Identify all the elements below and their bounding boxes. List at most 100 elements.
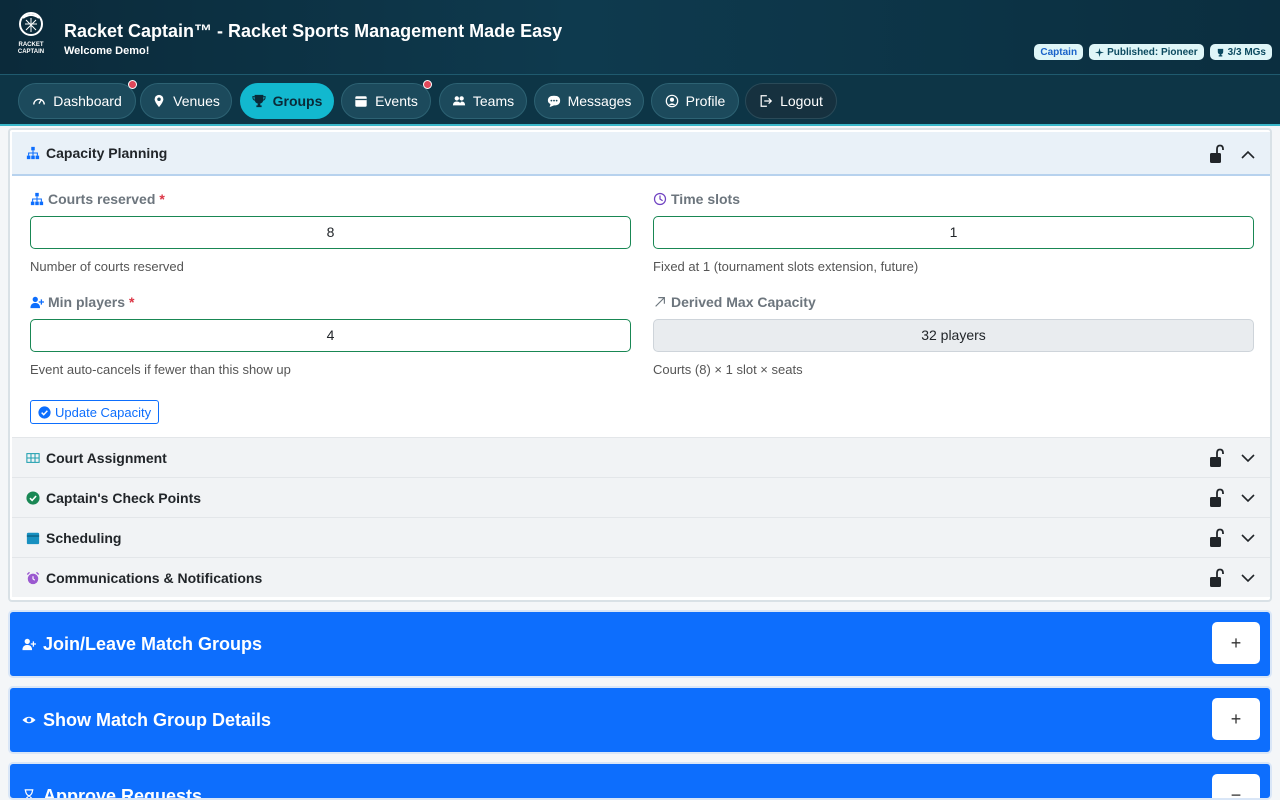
nav-venues[interactable]: Venues	[140, 83, 232, 119]
nav-profile[interactable]: Profile	[651, 83, 739, 119]
nav-label: Dashboard	[53, 93, 122, 109]
join-leave-panel[interactable]: Join/Leave Match Groups +	[8, 610, 1272, 678]
chevron-down-icon[interactable]	[1240, 450, 1256, 466]
nav-label: Teams	[472, 93, 515, 109]
nav-dashboard[interactable]: Dashboard	[18, 80, 137, 119]
unlock-icon[interactable]	[1209, 568, 1225, 588]
update-capacity-label: Update Capacity	[55, 404, 152, 420]
role-badge: Captain	[1034, 44, 1084, 60]
grid-icon	[26, 452, 40, 463]
approve-requests-panel[interactable]: Approve Requests −	[8, 762, 1272, 800]
section-captains-check-points[interactable]: Captain's Check Points	[12, 477, 1270, 517]
clock-icon	[653, 192, 667, 206]
app-header: RACKET CAPTAIN Racket Captain™ - Racket …	[0, 0, 1280, 74]
person-plus-icon	[22, 638, 36, 651]
courts-reserved-help: Number of courts reserved	[30, 259, 184, 274]
section-title: Communications & Notifications	[26, 558, 262, 597]
chevron-down-icon[interactable]	[1240, 570, 1256, 586]
unlock-icon[interactable]	[1209, 144, 1225, 164]
courts-reserved-label: Courts reserved *	[30, 191, 165, 207]
hourglass-icon	[24, 789, 34, 798]
time-slots-label: Time slots	[653, 191, 740, 207]
calendar-icon	[355, 96, 367, 107]
min-players-label: Min players *	[30, 294, 134, 310]
max-capacity-help: Courts (8) × 1 slot × seats	[653, 362, 803, 377]
app-title: Racket Captain™ - Racket Sports Manageme…	[64, 21, 563, 41]
expand-button[interactable]: +	[1212, 698, 1260, 740]
match-group-details-panel[interactable]: Show Match Group Details +	[8, 686, 1272, 754]
collapse-button[interactable]: −	[1212, 774, 1260, 798]
people-icon	[452, 96, 465, 106]
nav-logout[interactable]: Logout	[745, 83, 837, 119]
panel-label: Show Match Group Details	[43, 709, 272, 730]
mg-count-badge: 3/3 MGs	[1209, 44, 1272, 60]
eye-icon	[22, 716, 36, 724]
unlock-icon[interactable]	[1209, 528, 1225, 548]
nav-messages[interactable]: Messages	[534, 83, 644, 119]
panel-title: Show Match Group Details	[22, 688, 271, 752]
main-nav: Dashboard Venues Groups Events Teams Mes…	[0, 74, 1280, 126]
unlock-icon[interactable]	[1209, 488, 1225, 508]
gauge-icon	[33, 98, 46, 105]
arrow-up-right-icon	[655, 297, 665, 307]
min-players-help: Event auto-cancels if fewer than this sh…	[30, 362, 291, 377]
published-badge-label: Published: Pioneer	[1107, 46, 1198, 58]
unlock-icon[interactable]	[1209, 448, 1225, 468]
nav-label: Groups	[272, 93, 323, 109]
calendar-icon	[26, 532, 40, 544]
alarm-icon	[26, 571, 40, 584]
update-capacity-button[interactable]: Update Capacity	[30, 400, 160, 424]
section-label: Court Assignment	[46, 449, 167, 466]
time-slots-input[interactable]: 1	[653, 216, 1254, 249]
section-label: Communications & Notifications	[46, 569, 263, 586]
nav-groups[interactable]: Groups	[240, 83, 334, 119]
courts-reserved-input[interactable]: 8	[30, 216, 631, 249]
capacity-planning-label: Capacity Planning	[46, 145, 168, 161]
trophy-icon	[1217, 48, 1223, 57]
expand-button[interactable]: +	[1212, 622, 1260, 664]
section-title: Scheduling	[26, 518, 121, 557]
nav-label: Messages	[567, 93, 632, 109]
nav-teams[interactable]: Teams	[439, 83, 527, 119]
section-label: Scheduling	[46, 529, 122, 546]
role-badge-label: Captain	[1040, 46, 1078, 58]
check-circle-icon	[26, 490, 40, 505]
chevron-down-icon[interactable]	[1240, 490, 1256, 506]
notification-dot	[128, 80, 137, 89]
sitemap-icon	[30, 192, 44, 206]
courts-reserved-text: Courts reserved	[48, 191, 156, 207]
nav-label: Logout	[780, 93, 823, 109]
section-title: Court Assignment	[26, 438, 167, 477]
max-capacity-field: 32 players	[653, 319, 1254, 352]
nav-events[interactable]: Events	[341, 80, 432, 119]
sitemap-icon	[26, 146, 40, 160]
chat-icon	[547, 95, 560, 108]
chevron-up-icon[interactable]	[1240, 147, 1256, 163]
panel-label: Join/Leave Match Groups	[43, 633, 263, 654]
max-capacity-text: Derived Max Capacity	[671, 294, 816, 310]
capacity-planning-header[interactable]: Capacity Planning	[12, 132, 1270, 176]
map-pin-icon	[154, 94, 164, 108]
trophy-icon	[251, 94, 266, 108]
logo-text-captain: CAPTAIN	[18, 49, 44, 55]
section-scheduling[interactable]: Scheduling	[12, 517, 1270, 557]
section-communications[interactable]: Communications & Notifications	[12, 557, 1270, 597]
section-court-assignment[interactable]: Court Assignment	[12, 437, 1270, 477]
logout-icon	[760, 95, 773, 107]
required-marker: *	[129, 294, 135, 310]
min-players-input[interactable]: 4	[30, 319, 631, 352]
section-label: Captain's Check Points	[46, 489, 202, 506]
settings-card: Capacity Planning Courts reserved * 8 Nu…	[8, 128, 1272, 602]
person-plus-icon	[30, 296, 44, 309]
panel-title: Approve Requests	[22, 764, 202, 798]
time-slots-help: Fixed at 1 (tournament slots extension, …	[653, 259, 919, 274]
check-circle-icon	[38, 405, 51, 419]
min-players-text: Min players	[48, 294, 126, 310]
person-circle-icon	[665, 94, 678, 108]
chevron-down-icon[interactable]	[1240, 530, 1256, 546]
max-capacity-label: Derived Max Capacity	[653, 294, 816, 310]
racket-captain-logo[interactable]: RACKET CAPTAIN	[12, 10, 50, 56]
nav-label: Events	[375, 93, 418, 109]
sparkle-icon	[1095, 47, 1105, 57]
logo-text-racket: RACKET	[19, 42, 44, 48]
